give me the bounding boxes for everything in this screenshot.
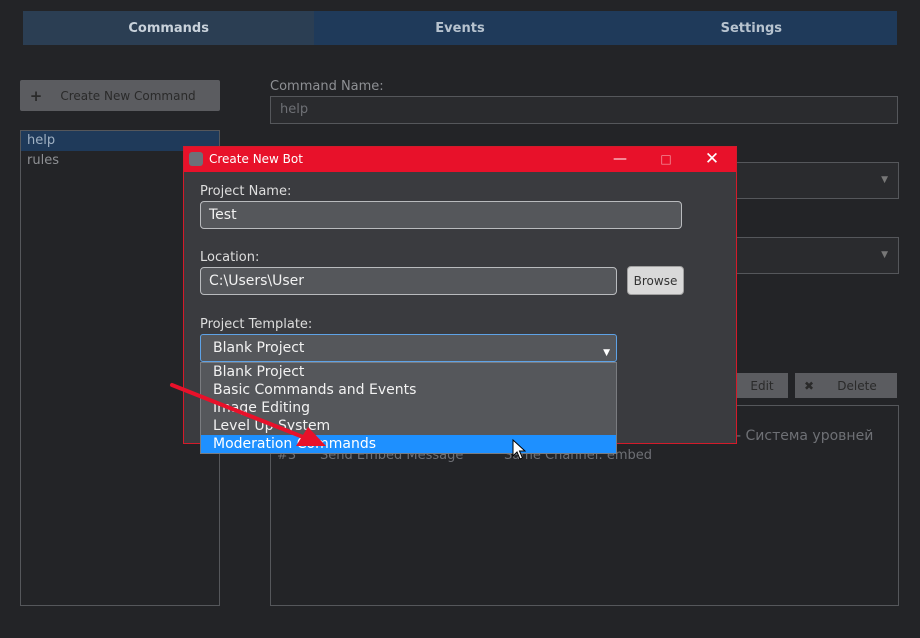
annotation-arrow-icon <box>170 383 326 446</box>
mouse-cursor-icon <box>512 439 526 460</box>
